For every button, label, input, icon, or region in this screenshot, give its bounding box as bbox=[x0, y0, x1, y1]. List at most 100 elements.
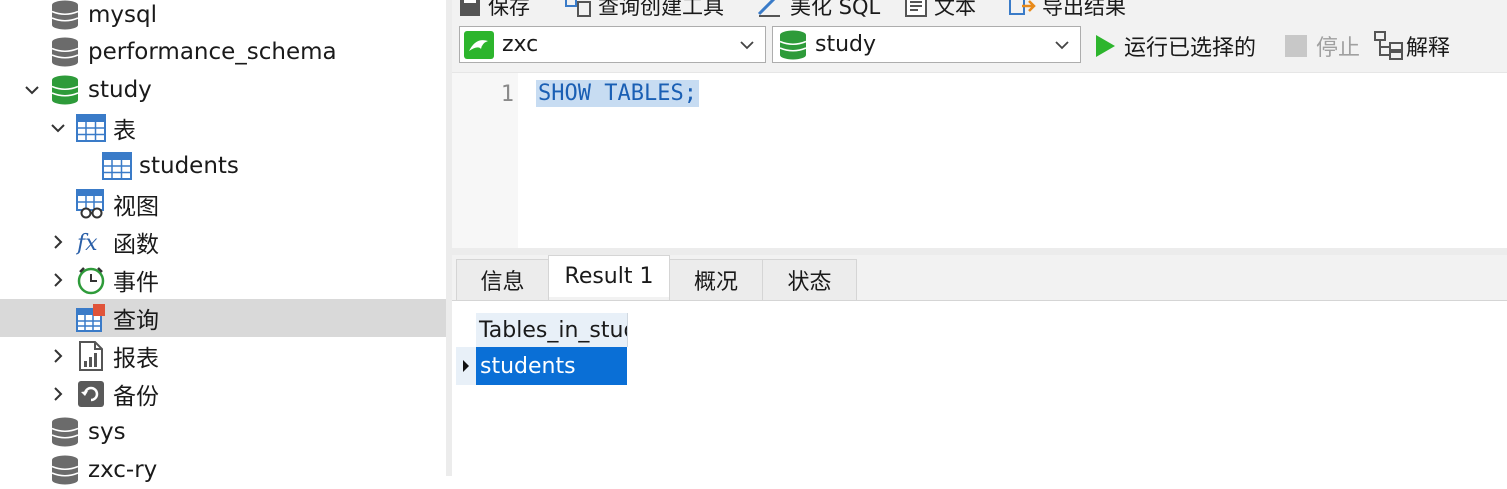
export-results-button[interactable]: 导出结果 bbox=[1008, 0, 1126, 21]
sql-code-line[interactable]: SHOW TABLES; bbox=[536, 80, 699, 107]
table-cell[interactable]: students bbox=[476, 347, 627, 385]
tab-profile[interactable]: 概况 bbox=[669, 259, 763, 300]
tree-item-label: mysql bbox=[88, 2, 157, 28]
tree-item-label: 事件 bbox=[113, 270, 159, 296]
beautify-sql-button[interactable]: 美化 SQL bbox=[756, 0, 880, 21]
database-icon bbox=[50, 0, 80, 30]
editor-results-splitter[interactable] bbox=[452, 248, 1507, 255]
tab-info[interactable]: 信息 bbox=[456, 259, 549, 300]
explain-button[interactable]: 解释 bbox=[1374, 30, 1450, 62]
chevron-right-icon[interactable] bbox=[49, 385, 67, 403]
tree-item-views[interactable]: 视图 bbox=[0, 185, 446, 223]
tree-item-functions[interactable]: fx 函数 bbox=[0, 223, 446, 261]
report-icon bbox=[76, 341, 106, 371]
beautify-label: 美化 SQL bbox=[790, 0, 881, 19]
query-editor-panel: 保存 查询创建工具 美化 SQL 文本 导出结果 zxc study 运行已选择… bbox=[452, 0, 1507, 476]
row-pointer-icon bbox=[463, 360, 469, 372]
line-number: 1 bbox=[500, 82, 514, 107]
tree-item-reports[interactable]: 报表 bbox=[0, 337, 446, 375]
tree-item-label: zxc-ry bbox=[88, 457, 158, 483]
current-row-indicator[interactable] bbox=[456, 347, 476, 385]
tree-item-performance-schema[interactable]: performance_schema bbox=[0, 33, 446, 71]
chevron-down-icon[interactable] bbox=[23, 81, 41, 99]
main-toolbar: 保存 查询创建工具 美化 SQL 文本 导出结果 bbox=[452, 0, 1507, 22]
database-open-icon bbox=[50, 75, 80, 105]
event-clock-icon bbox=[76, 265, 106, 295]
chevron-down-icon bbox=[1054, 36, 1070, 55]
database-value: study bbox=[815, 32, 877, 57]
query-icon bbox=[76, 303, 106, 333]
query-builder-button[interactable]: 查询创建工具 bbox=[564, 0, 724, 21]
export-label: 导出结果 bbox=[1042, 0, 1126, 19]
database-open-icon bbox=[779, 30, 807, 60]
result-tabs: 信息 Result 1 概况 状态 bbox=[452, 255, 1507, 301]
tree-item-students[interactable]: students bbox=[0, 147, 446, 185]
tab-label: Result 1 bbox=[564, 264, 654, 289]
query-builder-label: 查询创建工具 bbox=[598, 0, 724, 19]
column-header-label: Tables_in_study bbox=[479, 317, 627, 343]
tree-item-label: students bbox=[139, 153, 239, 179]
svg-text:fx: fx bbox=[76, 231, 98, 256]
chevron-right-icon[interactable] bbox=[49, 271, 67, 289]
tab-label: 状态 bbox=[787, 270, 832, 295]
text-button[interactable]: 文本 bbox=[904, 0, 976, 21]
explain-icon bbox=[1374, 31, 1403, 60]
table-icon bbox=[76, 113, 106, 143]
connection-value: zxc bbox=[502, 32, 539, 57]
column-header[interactable]: Tables_in_study bbox=[476, 313, 628, 347]
tab-label: 概况 bbox=[693, 270, 738, 295]
chevron-down-icon bbox=[739, 36, 755, 55]
tree-item-label: 表 bbox=[113, 118, 136, 144]
export-icon bbox=[1009, 0, 1036, 15]
chevron-right-icon[interactable] bbox=[49, 233, 67, 251]
tree-item-study[interactable]: study bbox=[0, 71, 446, 109]
table-cell-value: students bbox=[480, 353, 576, 379]
function-icon: fx bbox=[76, 227, 106, 257]
tree-item-label: sys bbox=[88, 419, 126, 445]
tree-item-events[interactable]: 事件 bbox=[0, 261, 446, 299]
tree-item-label: performance_schema bbox=[88, 39, 337, 65]
result-grid: Tables_in_study students bbox=[452, 301, 1507, 476]
tree-item-label: 报表 bbox=[113, 346, 159, 372]
tree-item-label: 视图 bbox=[113, 194, 159, 220]
text-icon bbox=[905, 0, 927, 17]
tree-item-label: 函数 bbox=[113, 232, 159, 258]
tree-item-queries[interactable]: 查询 bbox=[0, 299, 446, 337]
beautify-icon bbox=[757, 0, 780, 17]
tree-item-backups[interactable]: 备份 bbox=[0, 375, 446, 413]
navigator-tree: mysql performance_schema study 表 student… bbox=[0, 0, 446, 485]
chevron-right-icon[interactable] bbox=[49, 347, 67, 365]
database-icon bbox=[50, 37, 80, 67]
save-label: 保存 bbox=[488, 0, 530, 19]
database-icon bbox=[50, 417, 80, 447]
connection-toolbar: zxc study 运行已选择的 停止 解释 bbox=[452, 22, 1507, 72]
tree-item-label: 备份 bbox=[113, 384, 159, 410]
tree-item-label: 查询 bbox=[113, 308, 159, 334]
line-number-gutter: 1 bbox=[452, 73, 518, 249]
stop-label: 停止 bbox=[1316, 36, 1361, 61]
tree-item-mysql[interactable]: mysql bbox=[0, 0, 446, 34]
tree-item-zxc-ry[interactable]: zxc-ry bbox=[0, 451, 446, 489]
database-select[interactable]: study bbox=[772, 26, 1081, 63]
explain-label: 解释 bbox=[1406, 36, 1451, 61]
tree-item-tables[interactable]: 表 bbox=[0, 109, 446, 147]
tab-label: 信息 bbox=[480, 270, 525, 295]
sql-editor[interactable]: 1 SHOW TABLES; bbox=[452, 72, 1507, 249]
stop-icon bbox=[1285, 35, 1307, 57]
backup-icon bbox=[76, 379, 106, 409]
tree-item-sys[interactable]: sys bbox=[0, 413, 446, 451]
chevron-down-icon[interactable] bbox=[49, 119, 67, 137]
database-icon bbox=[50, 455, 80, 485]
tab-status[interactable]: 状态 bbox=[762, 259, 857, 300]
run-selected-label: 运行已选择的 bbox=[1124, 36, 1257, 61]
text-label: 文本 bbox=[934, 0, 976, 19]
run-selected-button[interactable]: 运行已选择的 bbox=[1094, 30, 1256, 62]
table-icon bbox=[102, 151, 132, 181]
save-button[interactable]: 保存 bbox=[458, 0, 530, 21]
stop-button[interactable]: 停止 bbox=[1284, 30, 1360, 62]
connection-select[interactable]: zxc bbox=[459, 26, 766, 63]
tab-result-1[interactable]: Result 1 bbox=[548, 255, 670, 297]
query-builder-icon bbox=[565, 0, 591, 17]
save-icon bbox=[460, 0, 480, 16]
mysql-connection-icon bbox=[464, 30, 494, 59]
